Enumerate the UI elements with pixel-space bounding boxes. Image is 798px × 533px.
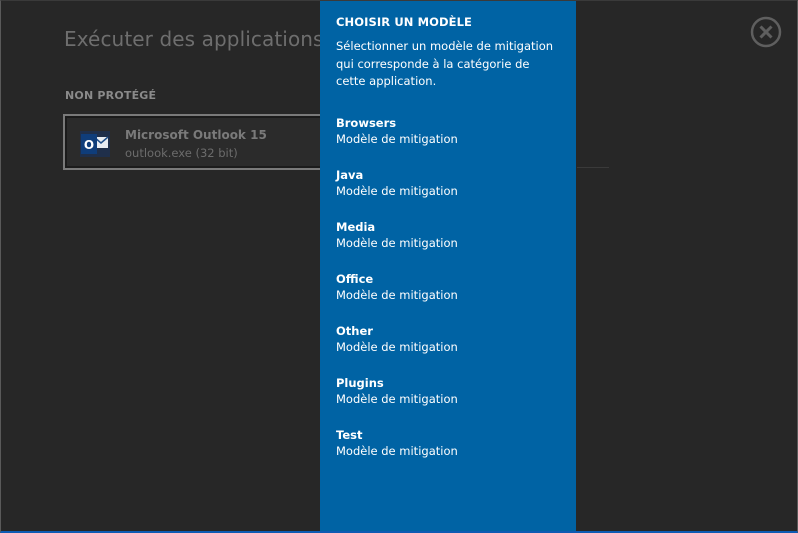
template-subtitle: Modèle de mitigation — [336, 444, 458, 458]
template-item-test[interactable]: Test Modèle de mitigation — [320, 427, 576, 479]
template-subtitle: Modèle de mitigation — [336, 132, 458, 146]
template-item-java[interactable]: Java Modèle de mitigation — [320, 167, 576, 219]
app-window: Exécuter des applications (2 NON PROTÉGÉ… — [0, 0, 798, 533]
outlook-icon: O — [80, 131, 110, 157]
template-item-office[interactable]: Office Modèle de mitigation — [320, 271, 576, 323]
template-subtitle: Modèle de mitigation — [336, 340, 458, 354]
template-name: Media — [336, 220, 376, 234]
template-flyout: CHOISIR UN MODÈLE Sélectionner un modèle… — [320, 1, 576, 531]
template-name: Test — [336, 428, 363, 442]
template-item-browsers[interactable]: Browsers Modèle de mitigation — [320, 115, 576, 167]
template-name: Java — [336, 168, 364, 182]
template-list: Browsers Modèle de mitigation Java Modèl… — [320, 115, 576, 479]
template-subtitle: Modèle de mitigation — [336, 288, 458, 302]
template-name: Other — [336, 324, 373, 338]
template-item-plugins[interactable]: Plugins Modèle de mitigation — [320, 375, 576, 427]
template-item-other[interactable]: Other Modèle de mitigation — [320, 323, 576, 375]
flyout-description: Sélectionner un modèle de mitigation qui… — [336, 39, 554, 88]
svg-text:O: O — [84, 138, 94, 152]
flyout-title: CHOISIR UN MODÈLE — [336, 15, 473, 29]
template-name: Plugins — [336, 376, 384, 390]
app-tile-outlook[interactable]: O Microsoft Outlook 15 outlook.exe (32 b… — [63, 114, 325, 170]
template-subtitle: Modèle de mitigation — [336, 236, 458, 250]
app-name: Microsoft Outlook 15 — [125, 128, 267, 142]
template-item-media[interactable]: Media Modèle de mitigation — [320, 219, 576, 271]
close-button[interactable] — [750, 16, 782, 48]
template-subtitle: Modèle de mitigation — [336, 392, 458, 406]
template-name: Office — [336, 272, 374, 286]
list-divider — [577, 167, 609, 168]
section-label-unprotected: NON PROTÉGÉ — [65, 89, 157, 102]
close-circle-icon — [750, 16, 782, 48]
app-tile-background: O Microsoft Outlook 15 outlook.exe (32 b… — [67, 118, 321, 166]
template-name: Browsers — [336, 116, 397, 130]
app-subtitle: outlook.exe (32 bit) — [125, 146, 238, 160]
page-title: Exécuter des applications (2 — [64, 27, 351, 51]
template-subtitle: Modèle de mitigation — [336, 184, 458, 198]
